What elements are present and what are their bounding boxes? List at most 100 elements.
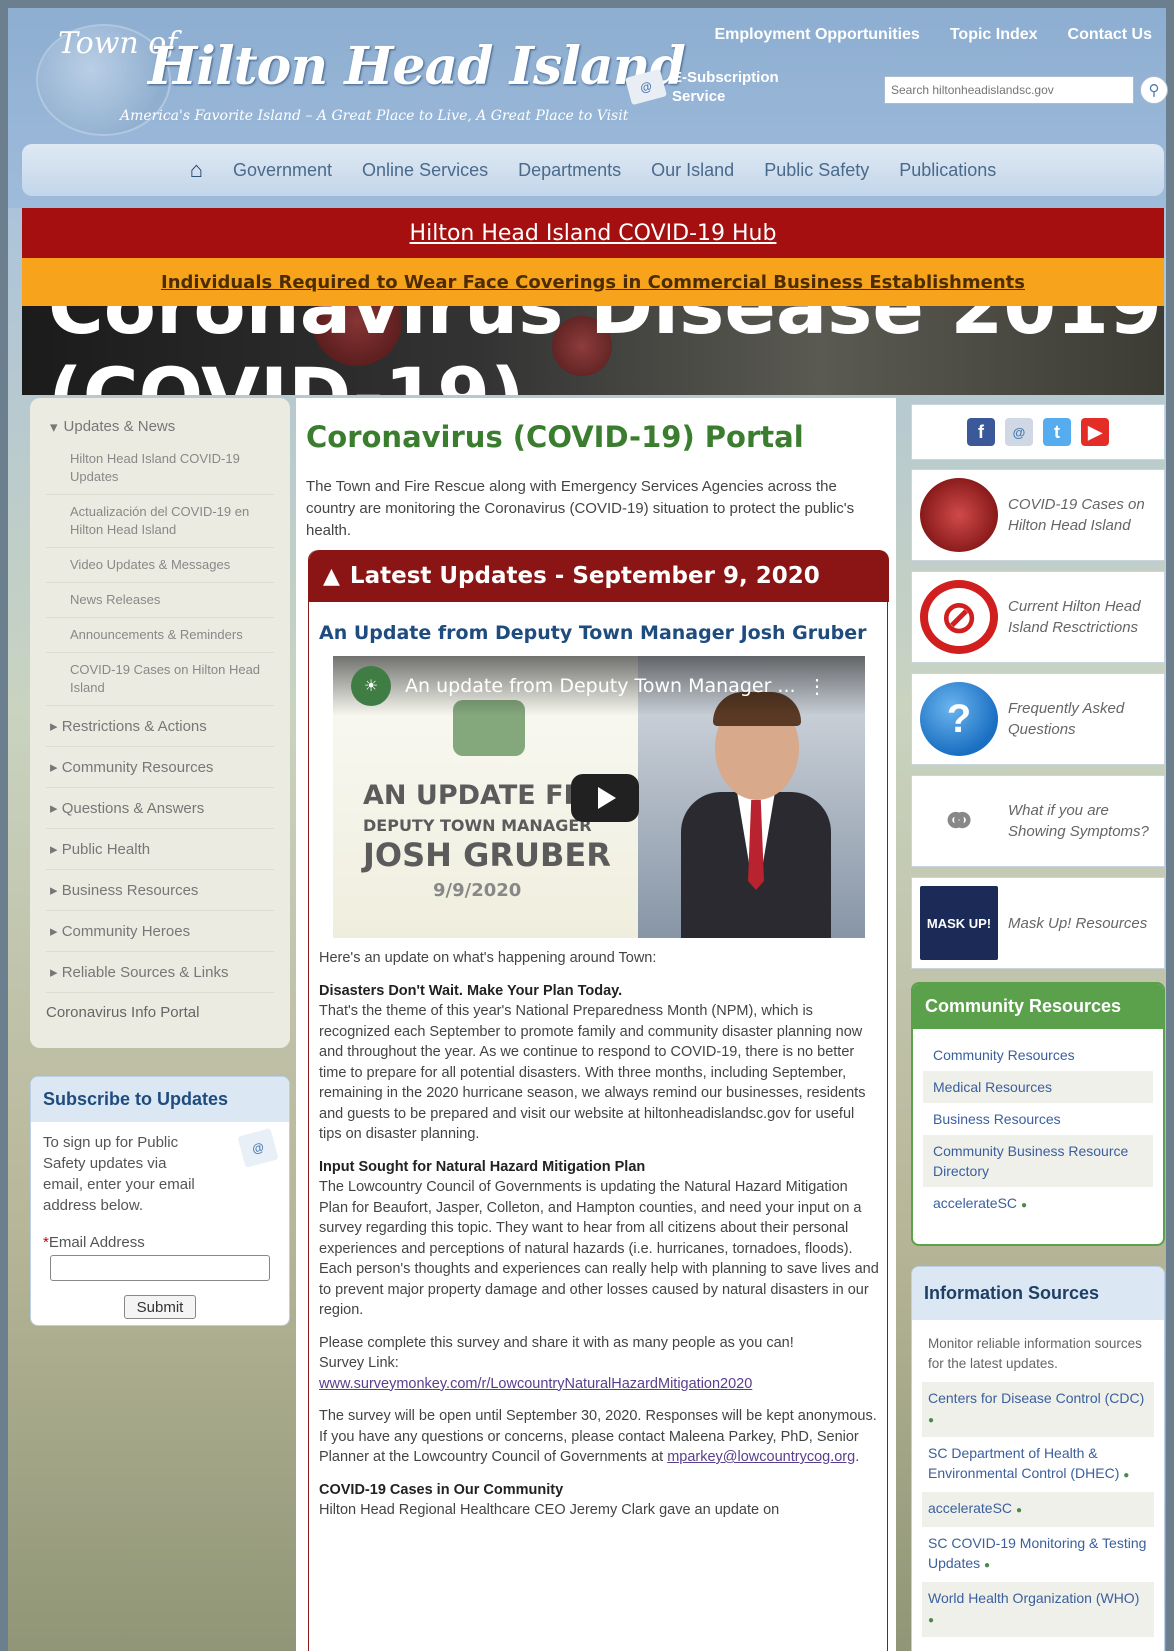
- utility-links: Employment Opportunities Topic Index Con…: [714, 26, 1152, 44]
- is-link-sc-monitoring[interactable]: SC COVID-19 Monitoring & Testing Updates…: [922, 1527, 1154, 1582]
- link-contact-us[interactable]: Contact Us: [1068, 26, 1152, 44]
- submit-button[interactable]: Submit: [124, 1295, 196, 1319]
- site-tagline: America's Favorite Island – A Great Plac…: [120, 108, 629, 124]
- sidebar-subitem-news-releases[interactable]: News Releases: [46, 583, 274, 618]
- video-title[interactable]: An update from Deputy Town Manager ...: [405, 675, 796, 697]
- video-title-bar: ☀ An update from Deputy Town Manager ...: [333, 656, 865, 716]
- sidebar-item-business-resources[interactable]: ▸ Business Resources: [46, 870, 274, 911]
- cr-link-medical-resources[interactable]: Medical Resources: [923, 1071, 1153, 1103]
- nav-publications[interactable]: Publications: [899, 160, 996, 181]
- information-sources-title: Information Sources: [912, 1267, 1164, 1320]
- search-input[interactable]: [884, 76, 1134, 104]
- link-employment[interactable]: Employment Opportunities: [714, 26, 919, 44]
- external-link-icon: ●: [1015, 1505, 1022, 1516]
- community-resources-list: Community Resources Medical Resources Bu…: [913, 1029, 1163, 1232]
- sidebar-subitem-hhi-updates[interactable]: Hilton Head Island COVID-19 Updates: [46, 442, 274, 495]
- is-link-cdc[interactable]: Centers for Disease Control (CDC) ●: [922, 1382, 1154, 1437]
- information-sources-panel: Information Sources Monitor reliable inf…: [911, 1266, 1165, 1651]
- social-links: f @ t ▶: [911, 404, 1165, 460]
- more-options-icon[interactable]: ⋮: [807, 674, 827, 699]
- subscribe-panel: Subscribe to Updates @ To sign up for Pu…: [30, 1076, 290, 1326]
- update-intro: Here's an update on what's happening aro…: [319, 950, 657, 966]
- nav-departments[interactable]: Departments: [518, 160, 621, 181]
- sidebar-item-reliable-sources[interactable]: ▸ Reliable Sources & Links: [46, 952, 274, 993]
- page-frame: Town of Hilton Head Island America's Fav…: [8, 8, 1168, 1651]
- channel-avatar[interactable]: ☀: [351, 666, 391, 706]
- nav-public-safety[interactable]: Public Safety: [764, 160, 869, 181]
- community-resources-panel: Community Resources Community Resources …: [911, 982, 1165, 1246]
- e-subscription-label: E-Subscription Service: [672, 69, 779, 105]
- external-link-icon: ●: [928, 1615, 935, 1626]
- heading-disasters: Disasters Don't Wait. Make Your Plan Tod…: [319, 982, 623, 999]
- nav-government[interactable]: Government: [233, 160, 332, 181]
- chevron-right-icon: ▸: [50, 718, 62, 735]
- cr-link-business-directory[interactable]: Community Business Resource Directory: [923, 1135, 1153, 1187]
- sidebar-subitem-actualizacion[interactable]: Actualización del COVID-19 en Hilton Hea…: [46, 495, 274, 548]
- left-sidebar-nav: ▾ Updates & News Hilton Head Island COVI…: [30, 398, 290, 1048]
- email-field[interactable]: [50, 1255, 270, 1281]
- sidebar-item-updates-news[interactable]: ▾ Updates & News: [46, 412, 274, 442]
- chevron-right-icon: ▸: [50, 923, 62, 940]
- subscribe-text: To sign up for Public Safety updates via…: [43, 1134, 195, 1214]
- stethoscope-icon: ⚭: [920, 784, 998, 858]
- tile-faq[interactable]: ? Frequently Asked Questions: [911, 673, 1165, 765]
- chevron-right-icon: ▸: [50, 841, 62, 858]
- nav-our-island[interactable]: Our Island: [651, 160, 734, 181]
- update-subtitle: An Update from Deputy Town Manager Josh …: [319, 622, 867, 644]
- play-button[interactable]: [571, 774, 639, 822]
- facebook-icon[interactable]: f: [967, 418, 995, 446]
- tile-mask-up-label: Mask Up! Resources: [1008, 914, 1148, 932]
- is-link-acceleratesc[interactable]: accelerateSC ●: [922, 1492, 1154, 1527]
- video-text-line3: JOSH GRUBER: [363, 836, 611, 874]
- sidebar-subitem-covid-cases[interactable]: COVID-19 Cases on Hilton Head Island: [46, 653, 274, 706]
- email-subscribe-icon[interactable]: @: [1005, 418, 1033, 446]
- speaker-photo: [681, 692, 831, 938]
- tile-mask-up[interactable]: MASK UP! Mask Up! Resources: [911, 877, 1165, 969]
- is-link-dhec[interactable]: SC Department of Health & Environmental …: [922, 1437, 1154, 1492]
- sidebar-item-restrictions[interactable]: ▸ Restrictions & Actions: [46, 706, 274, 747]
- tile-symptoms[interactable]: ⚭ What if you are Showing Symptoms?: [911, 775, 1165, 867]
- cr-link-community-resources[interactable]: Community Resources: [923, 1039, 1153, 1071]
- cr-link-acceleratesc[interactable]: accelerateSC ●: [923, 1187, 1153, 1222]
- link-topic-index[interactable]: Topic Index: [950, 26, 1038, 44]
- tile-symptoms-label: What if you are Showing Symptoms?: [1008, 802, 1149, 840]
- covid-hub-link[interactable]: Hilton Head Island COVID-19 Hub: [410, 221, 777, 246]
- tile-covid-cases[interactable]: COVID-19 Cases on Hilton Head Island: [911, 469, 1165, 561]
- covid-hub-alert: Hilton Head Island COVID-19 Hub: [22, 208, 1164, 258]
- update-body: Here's an update on what's happening aro…: [319, 948, 879, 1533]
- site-logo[interactable]: Hilton Head Island: [148, 36, 686, 97]
- chevron-down-icon: ▾: [50, 419, 58, 436]
- tile-faq-label: Frequently Asked Questions: [1008, 700, 1125, 738]
- main-nav: ⌂ Government Online Services Departments…: [22, 144, 1164, 196]
- face-coverings-link[interactable]: Individuals Required to Wear Face Coveri…: [161, 272, 1025, 293]
- sidebar-item-community-heroes[interactable]: ▸ Community Heroes: [46, 911, 274, 952]
- e-subscription-link[interactable]: @ E-Subscription Service: [624, 68, 779, 106]
- paragraph-survey-info: The survey will be open until September …: [319, 1408, 877, 1465]
- paragraph-survey: Please complete this survey and share it…: [319, 1334, 794, 1392]
- mask-up-image: MASK UP!: [920, 886, 998, 960]
- home-icon[interactable]: ⌂: [190, 157, 203, 183]
- is-link-who[interactable]: World Health Organization (WHO) ●: [922, 1582, 1154, 1637]
- sidebar-item-community-resources[interactable]: ▸ Community Resources: [46, 747, 274, 788]
- survey-link[interactable]: www.surveymonkey.com/r/LowcountryNatural…: [319, 1376, 752, 1392]
- search-icon[interactable]: ⚲: [1140, 76, 1168, 104]
- heading-hazard-plan: Input Sought for Natural Hazard Mitigati…: [319, 1158, 646, 1175]
- sidebar-item-info-portal[interactable]: Coronavirus Info Portal: [46, 993, 274, 1032]
- email-link[interactable]: mparkey@lowcountrycog.org: [667, 1449, 855, 1465]
- heading-cases: COVID-19 Cases in Our Community: [319, 1481, 564, 1498]
- virus-icon: [920, 478, 998, 552]
- nav-online-services[interactable]: Online Services: [362, 160, 488, 181]
- cr-link-business-resources[interactable]: Business Resources: [923, 1103, 1153, 1135]
- tile-restrictions[interactable]: ⊘ Current Hilton Head Island Resctrictio…: [911, 571, 1165, 663]
- sidebar-subitem-video-updates[interactable]: Video Updates & Messages: [46, 548, 274, 583]
- sidebar-item-questions-answers[interactable]: ▸ Questions & Answers: [46, 788, 274, 829]
- chevron-right-icon: ▸: [50, 882, 62, 899]
- external-link-icon: ●: [1020, 1200, 1027, 1211]
- subscribe-title: Subscribe to Updates: [31, 1077, 289, 1122]
- envelope-icon: @: [237, 1128, 279, 1168]
- twitter-icon[interactable]: t: [1043, 418, 1071, 446]
- sidebar-subitem-announcements[interactable]: Announcements & Reminders: [46, 618, 274, 653]
- sidebar-item-public-health[interactable]: ▸ Public Health: [46, 829, 274, 870]
- video-player[interactable]: AN UPDATE FROM DEPUTY TOWN MANAGER JOSH …: [333, 656, 865, 938]
- youtube-icon[interactable]: ▶: [1081, 418, 1109, 446]
